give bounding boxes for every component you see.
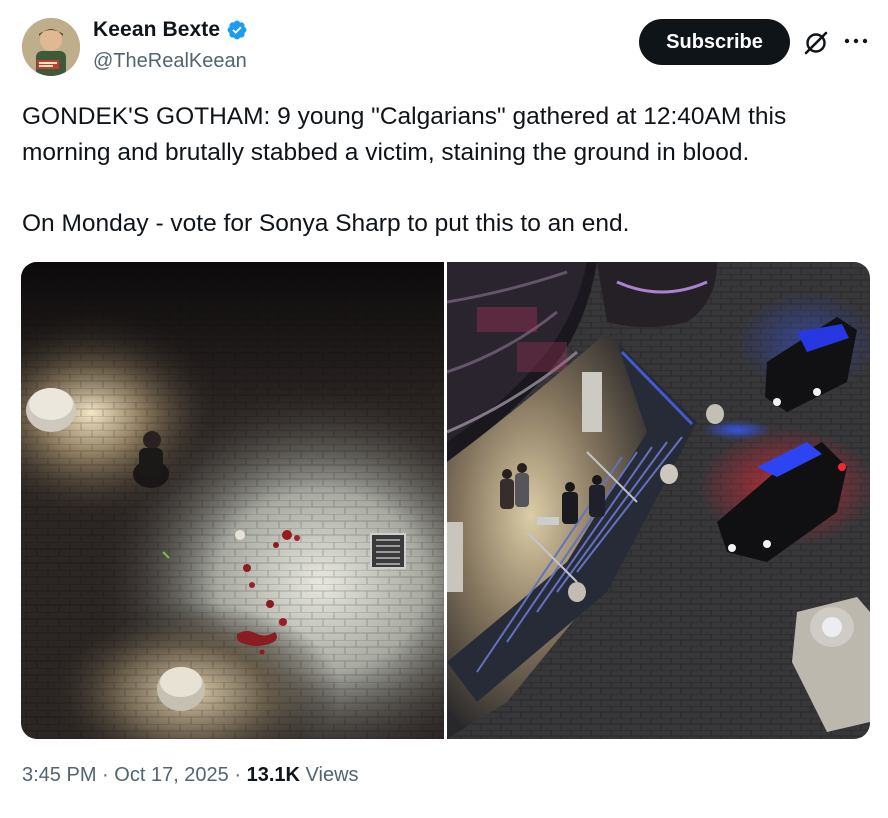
avatar-image: [22, 18, 80, 76]
tweet-text: GONDEK'S GOTHAM: 9 young "Calgarians" ga…: [22, 99, 868, 242]
avatar[interactable]: [22, 18, 80, 76]
tweet-metadata: 3:45 PM · Oct 17, 2025 · 13.1K Views: [22, 764, 359, 787]
tweet-time[interactable]: 3:45 PM: [22, 764, 96, 786]
media-grid: [21, 262, 870, 739]
tweet-card: Keean Bexte @TheRealKeean Subscribe GOND…: [0, 0, 888, 818]
author-handle[interactable]: @TheRealKeean: [93, 50, 247, 73]
more-icon[interactable]: [843, 34, 869, 48]
meta-separator: ·: [102, 764, 109, 786]
photo-police-scene[interactable]: [447, 262, 870, 739]
meta-separator: ·: [234, 764, 242, 786]
verified-badge-icon[interactable]: [226, 19, 248, 41]
subscribe-button[interactable]: Subscribe: [639, 19, 790, 65]
grok-icon[interactable]: [802, 29, 830, 57]
photo-bloodstained-pavement[interactable]: [21, 262, 444, 739]
views-label: Views: [305, 764, 359, 786]
author-name-row[interactable]: Keean Bexte: [93, 18, 248, 42]
tweet-text-paragraph-1: GONDEK'S GOTHAM: 9 young "Calgarians" ga…: [22, 103, 787, 166]
author-display-name[interactable]: Keean Bexte: [93, 18, 220, 42]
tweet-date[interactable]: Oct 17, 2025: [114, 764, 229, 786]
tweet-text-paragraph-2: On Monday - vote for Sonya Sharp to put …: [22, 210, 630, 237]
views-count: 13.1K: [246, 764, 300, 786]
